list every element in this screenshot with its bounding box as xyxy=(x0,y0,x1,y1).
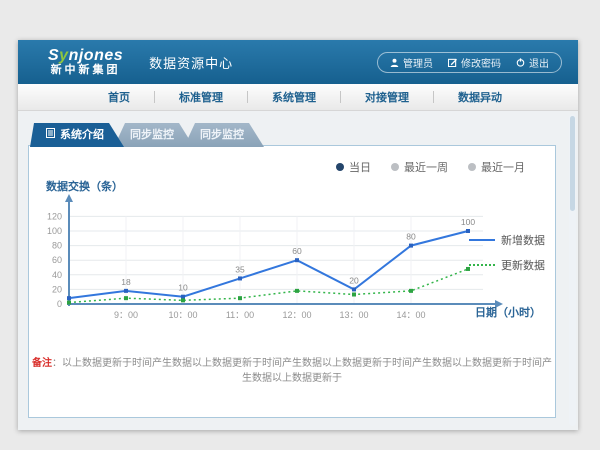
svg-text:20: 20 xyxy=(52,284,62,294)
svg-text:20: 20 xyxy=(349,275,359,285)
chart-legend: 新增数据 更新数据 xyxy=(469,232,545,282)
app-header: Synjones 新中新集团 数据资源中心 管理员 修改密码 退出 xyxy=(18,40,578,84)
document-icon xyxy=(46,123,55,147)
current-user-button[interactable]: 管理员 xyxy=(390,55,433,70)
logo-y-accent: y xyxy=(59,47,68,64)
svg-text:10: 10 xyxy=(178,283,188,293)
footnote: 备注：以上数据更新于时间产生数据以上数据更新于时间产生数据以上数据更新于时间产生… xyxy=(29,354,555,384)
time-range-filter: 当日 最近一周 最近一月 xyxy=(336,159,525,175)
power-icon xyxy=(516,58,525,67)
radio-last-week[interactable]: 最近一周 xyxy=(391,159,448,175)
solid-line-swatch xyxy=(469,239,495,241)
svg-text:14：00: 14：00 xyxy=(396,310,425,320)
tab-sync-monitor-2[interactable]: 同步监控 xyxy=(184,123,264,147)
x-axis-title: 日期（小时） xyxy=(475,304,541,320)
nav-item-standard-mgmt[interactable]: 标准管理 xyxy=(155,89,247,105)
user-menu: 管理员 修改密码 退出 xyxy=(377,52,562,73)
svg-text:60: 60 xyxy=(292,246,302,256)
main-window: Synjones 新中新集团 数据资源中心 管理员 修改密码 退出 xyxy=(18,40,578,430)
logout-button[interactable]: 退出 xyxy=(516,55,549,70)
svg-text:40: 40 xyxy=(52,270,62,280)
edit-icon xyxy=(448,58,457,67)
radio-selected-icon xyxy=(336,163,344,171)
svg-text:12：00: 12：00 xyxy=(282,310,311,320)
svg-text:60: 60 xyxy=(52,255,62,265)
svg-text:13：00: 13：00 xyxy=(339,310,368,320)
radio-last-month[interactable]: 最近一月 xyxy=(468,159,525,175)
chart-panel: 当日 最近一周 最近一月 数据交换（条） 0204060801001209：00… xyxy=(28,145,556,418)
main-nav: 首页 标准管理 系统管理 对接管理 数据异动 xyxy=(18,84,578,111)
legend-item-new-data: 新增数据 xyxy=(469,232,545,248)
logo-text-cn: 新中新集团 xyxy=(48,65,123,77)
chart-container: 0 20 40 60 80 100 120 9：00 10：00 11：00 12：00 13：00 1… xyxy=(43,190,513,330)
svg-text:100: 100 xyxy=(47,226,62,236)
svg-text:80: 80 xyxy=(406,232,416,242)
footnote-label: 备注 xyxy=(32,358,52,369)
radio-today[interactable]: 当日 xyxy=(336,159,371,175)
svg-text:100: 100 xyxy=(461,217,475,227)
svg-text:120: 120 xyxy=(47,211,62,221)
tab-bar: 系统介绍 同步监控 同步监控 xyxy=(30,123,264,147)
nav-item-data-change[interactable]: 数据异动 xyxy=(434,89,526,105)
logo-text-en: Synjones xyxy=(48,48,123,65)
content-area: 系统介绍 同步监控 同步监控 当日 最近一周 最近一月 数据交 xyxy=(18,111,578,430)
nav-item-interface-mgmt[interactable]: 对接管理 xyxy=(341,89,433,105)
legend-item-updated-data: 更新数据 xyxy=(469,257,545,273)
page-title: 数据资源中心 xyxy=(149,53,233,72)
svg-text:18: 18 xyxy=(121,277,131,287)
vertical-scrollbar[interactable] xyxy=(569,114,576,426)
tab-sync-monitor-1[interactable]: 同步监控 xyxy=(114,123,194,147)
company-logo: Synjones 新中新集团 xyxy=(48,48,123,76)
dotted-line-swatch xyxy=(469,264,495,266)
svg-text:10：00: 10：00 xyxy=(168,310,197,320)
nav-item-system-mgmt[interactable]: 系统管理 xyxy=(248,89,340,105)
radio-unselected-icon xyxy=(468,163,476,171)
svg-text:11：00: 11：00 xyxy=(226,310,254,320)
scrollbar-thumb[interactable] xyxy=(570,116,575,211)
line-chart: 0 20 40 60 80 100 120 9：00 10：00 11：00 12：00 13：00 1… xyxy=(43,190,513,325)
radio-unselected-icon xyxy=(391,163,399,171)
svg-text:80: 80 xyxy=(52,241,62,251)
tab-system-intro[interactable]: 系统介绍 xyxy=(30,123,124,147)
nav-item-home[interactable]: 首页 xyxy=(84,89,154,105)
svg-text:9：00: 9：00 xyxy=(114,310,138,320)
change-password-button[interactable]: 修改密码 xyxy=(448,55,501,70)
svg-text:35: 35 xyxy=(235,264,245,274)
user-icon xyxy=(390,58,399,67)
svg-text:0: 0 xyxy=(57,299,62,309)
